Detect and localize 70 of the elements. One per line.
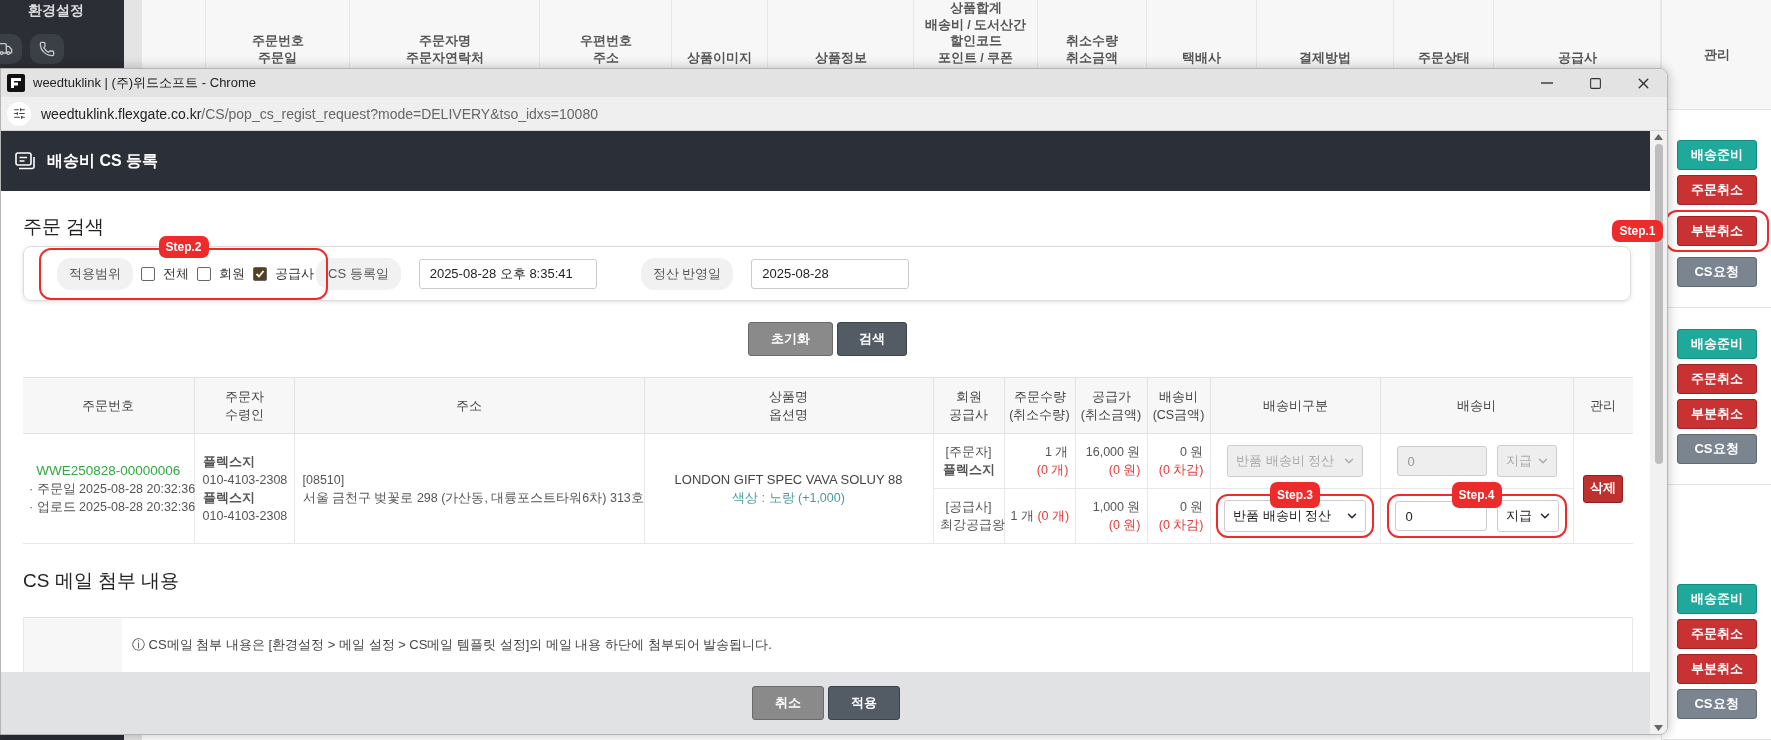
popup-title: 배송비 CS 등록 — [47, 150, 159, 171]
quantity-cell: 1 개 (0 개) — [1004, 488, 1075, 544]
action-button[interactable]: CS요청 — [1676, 257, 1757, 287]
price-cell: 16,000 원 (0 원) — [1075, 433, 1147, 489]
scroll-down-arrow-icon[interactable] — [1654, 725, 1663, 731]
cancel-button[interactable]: 취소 — [751, 686, 824, 720]
step-badge: Step.2 — [158, 235, 209, 258]
scroll-thumb[interactable] — [1654, 144, 1663, 464]
checkbox[interactable] — [197, 266, 211, 281]
product-cell: LONDON GIFT SPEC VAVA SOLUY 88 색상 : 노랑 (+1,000) — [644, 433, 933, 544]
action-button[interactable]: 주문취소 — [1676, 364, 1757, 394]
menu-label[interactable]: 환경설정 — [28, 2, 124, 20]
action-button[interactable]: 배송준비 — [1676, 329, 1757, 359]
action-button[interactable]: CS요청 — [1676, 689, 1757, 719]
customer-cell: 플렉스지 010-4103-2308 플렉스지 010-4103-2308 — [194, 433, 294, 544]
column-header: 배송비구분 — [1210, 377, 1380, 434]
filter-label: 적용범위 — [57, 257, 133, 290]
column-header: 주문번호 — [23, 377, 194, 434]
column-header: 주소 — [294, 377, 644, 434]
column-header: 배송비 — [1380, 377, 1573, 434]
logo-icon — [7, 74, 25, 92]
section-title: CS 메일 첨부 내용 — [23, 569, 181, 593]
party-cell: [주문자] 플렉스지 — [933, 433, 1004, 489]
price-cell: 1,000 원 (0 원) — [1075, 488, 1147, 544]
checkbox-label[interactable]: 전체 — [163, 264, 189, 283]
reset-button[interactable]: 초기화 — [747, 322, 833, 356]
action-button[interactable]: 주문취소 — [1676, 175, 1757, 205]
date-field[interactable]: 2025-08-28 — [751, 258, 910, 289]
search-button[interactable]: 검색 — [836, 322, 907, 356]
action-button[interactable]: 부분취소 — [1676, 654, 1757, 684]
checkbox[interactable] — [141, 266, 155, 281]
party-cell: [공급사] 최강공급왕 — [933, 488, 1004, 544]
address-cell: [08510] 서울 금천구 벚꽃로 298 (가산동, 대륭포스트타워6차) 313호 — [294, 433, 644, 544]
scroll-up-arrow-icon[interactable] — [1654, 134, 1663, 140]
column-header: 관리 — [1662, 0, 1771, 110]
minimize-icon — [1541, 82, 1553, 84]
column-header: 상품명 옵션명 — [644, 377, 933, 434]
column-header: 배송비 (CS금액) — [1147, 377, 1210, 434]
step-badge: Step.3 — [1270, 482, 1320, 508]
filter-label: 정산 반영일 — [640, 257, 734, 290]
checkbox[interactable] — [253, 266, 267, 281]
step-badge: Step.1 — [1612, 220, 1663, 242]
quantity-cell: 1 개 (0 개) — [1004, 433, 1075, 489]
shipping-cell: 0 원 (0 차감) — [1147, 433, 1210, 489]
checkbox-label[interactable]: 회원 — [219, 264, 245, 283]
column-header: 관리 — [1573, 377, 1633, 434]
step-badge: Step.4 — [1451, 482, 1502, 508]
column-header: 공급가 (취소금액) — [1075, 377, 1147, 434]
action-button[interactable]: 부분취소 — [1676, 399, 1757, 429]
shipping-cell: 0 원 (0 차감) — [1147, 488, 1210, 544]
delete-button[interactable]: 삭제 — [1583, 474, 1624, 503]
checkbox-label[interactable]: 공급사 — [275, 264, 314, 283]
action-button[interactable]: 부분취소 — [1676, 216, 1757, 246]
filter-label: CS 등록일 — [316, 257, 401, 290]
maximize-icon — [1588, 76, 1602, 90]
card-icon — [15, 152, 35, 170]
date-field[interactable]: 2025-08-28 오후 8:35:41 — [418, 258, 597, 289]
action-button[interactable]: 주문취소 — [1676, 619, 1757, 649]
action-button[interactable]: 배송준비 — [1676, 584, 1757, 614]
fee-input[interactable]: 0 — [1394, 501, 1487, 531]
action-button[interactable]: 배송준비 — [1676, 140, 1757, 170]
dropdown[interactable]: 지급 — [1496, 500, 1559, 532]
column-header: 회원 공급사 — [933, 377, 1004, 434]
phone-icon[interactable] — [30, 34, 64, 64]
site-settings-icon[interactable] — [7, 101, 31, 126]
column-header: 주문수량 (취소수량) — [1004, 377, 1075, 434]
column-header: 주문자 수령인 — [194, 377, 294, 434]
order-cell: WWE250828-00000006 · 주문일 2025-08-28 20:32:36 · 업로드 2025-08-28 20:32:36 — [23, 433, 194, 544]
apply-button[interactable]: 적용 — [827, 686, 900, 720]
action-button[interactable]: CS요청 — [1676, 434, 1757, 464]
